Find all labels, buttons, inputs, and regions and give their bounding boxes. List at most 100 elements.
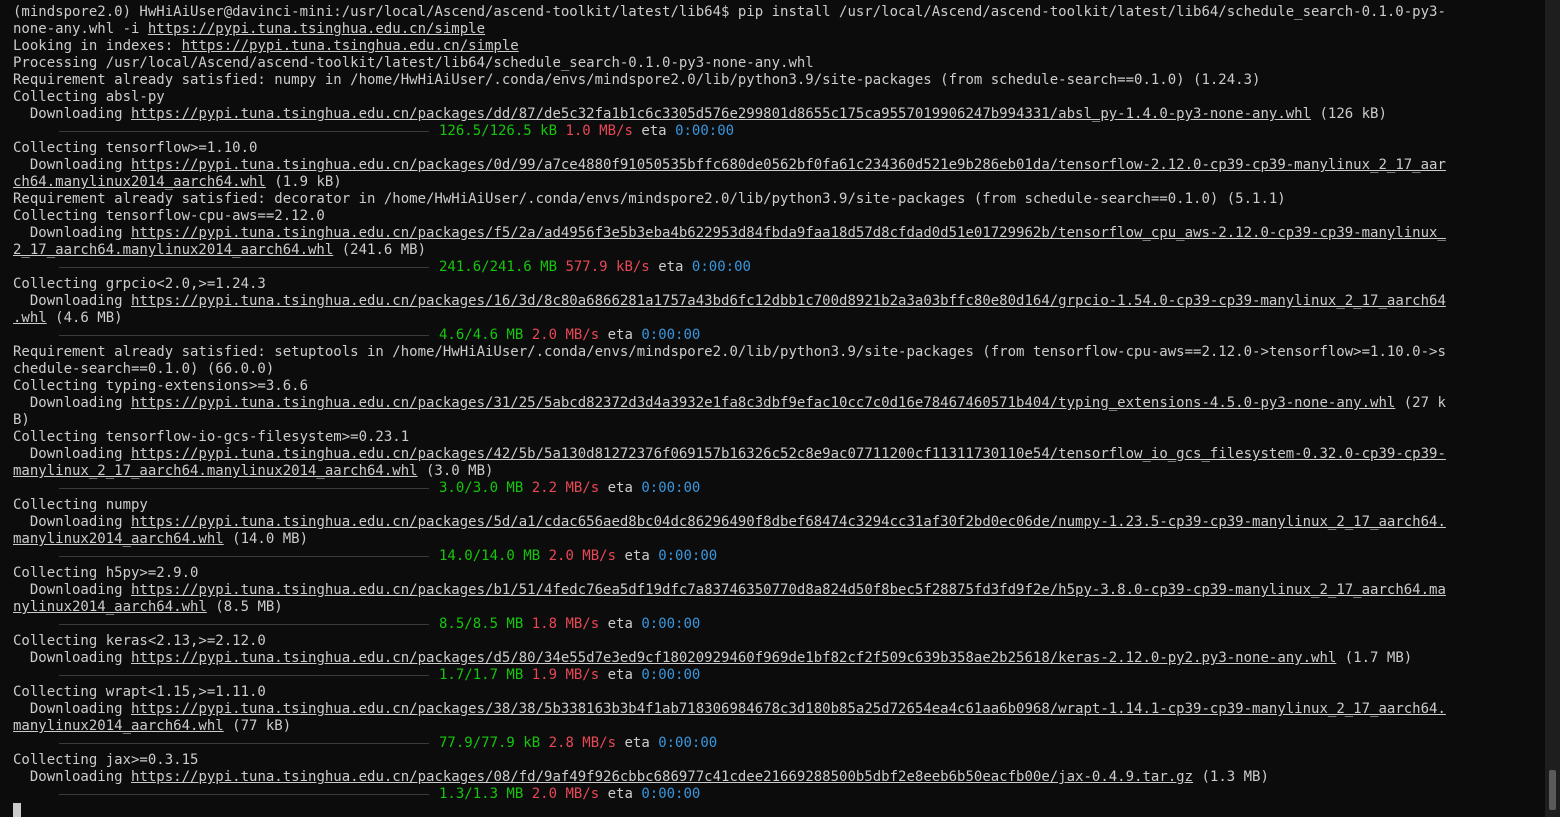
collecting-line: Collecting keras<2.13,>=2.12.0 bbox=[13, 633, 266, 649]
text-cursor bbox=[13, 803, 21, 817]
downloading-line: Downloading https://pypi.tuna.tsinghua.e… bbox=[13, 514, 1446, 530]
eta-label: eta bbox=[641, 123, 667, 139]
downloading-line-wrap: nylinux2014_aarch64.whl (8.5 MB) bbox=[13, 599, 283, 615]
progress-size: 77.9/77.9 kB bbox=[439, 735, 541, 751]
downloading-line-wrap: manylinux2014_aarch64.whl (77 kB) bbox=[13, 718, 292, 734]
progress-rate: 2.0 MB/s bbox=[531, 786, 600, 802]
progress-rate: 1.0 MB/s bbox=[565, 123, 633, 139]
progress-size: 126.5/126.5 kB bbox=[439, 123, 558, 139]
terminal-window[interactable]: (mindspore2.0) HwHiAiUser@davinci-mini:/… bbox=[0, 0, 1545, 817]
package-link[interactable]: https://pypi.tuna.tsinghua.edu.cn/packag… bbox=[131, 769, 1193, 785]
progress-bar bbox=[59, 623, 429, 625]
scrollbar-thumb[interactable] bbox=[1549, 770, 1556, 810]
progress-rate: 2.0 MB/s bbox=[548, 548, 617, 564]
downloading-line: Downloading https://pypi.tuna.tsinghua.e… bbox=[13, 701, 1446, 717]
eta-label: eta bbox=[658, 259, 684, 275]
collecting-line: Collecting wrapt<1.15,>=1.11.0 bbox=[13, 684, 266, 700]
package-link[interactable]: https://pypi.tuna.tsinghua.edu.cn/packag… bbox=[131, 701, 1446, 717]
downloading-line-wrap: .whl (4.6 MB) bbox=[13, 310, 123, 326]
progress-eta: 0:00:00 bbox=[641, 480, 701, 496]
cursor-line[interactable] bbox=[13, 803, 1545, 817]
output-line-wrap: chedule-search==0.1.0) (66.0.0) bbox=[13, 361, 275, 377]
package-link[interactable]: ch64.manylinux2014_aarch64.whl bbox=[13, 174, 266, 190]
progress-bar bbox=[59, 742, 429, 744]
downloading-line-wrap: manylinux_2_17_aarch64.manylinux2014_aar… bbox=[13, 463, 494, 479]
progress-rate: 577.9 kB/s bbox=[565, 259, 650, 275]
progress-line: 126.5/126.5 kB 1.0 MB/s eta 0:00:00 bbox=[13, 123, 1545, 140]
progress-rate: 2.0 MB/s bbox=[531, 327, 600, 343]
package-link[interactable]: https://pypi.tuna.tsinghua.edu.cn/packag… bbox=[131, 395, 1395, 411]
collecting-line: Collecting h5py>=2.9.0 bbox=[13, 565, 199, 581]
progress-line: 4.6/4.6 MB 2.0 MB/s eta 0:00:00 bbox=[13, 327, 1545, 344]
downloading-line: Downloading https://pypi.tuna.tsinghua.e… bbox=[13, 395, 1446, 411]
downloading-line: Downloading https://pypi.tuna.tsinghua.e… bbox=[13, 106, 1387, 122]
progress-size: 8.5/8.5 MB bbox=[439, 616, 524, 632]
progress-eta: 0:00:00 bbox=[641, 786, 701, 802]
eta-label: eta bbox=[607, 786, 633, 802]
downloading-line: Downloading https://pypi.tuna.tsinghua.e… bbox=[13, 582, 1446, 598]
collecting-line: Collecting numpy bbox=[13, 497, 148, 513]
progress-size: 4.6/4.6 MB bbox=[439, 327, 524, 343]
progress-size: 1.3/1.3 MB bbox=[439, 786, 524, 802]
progress-bar bbox=[59, 487, 429, 489]
prompt-line: (mindspore2.0) HwHiAiUser@davinci-mini:/… bbox=[13, 4, 1545, 21]
progress-line: 14.0/14.0 MB 2.0 MB/s eta 0:00:00 bbox=[13, 548, 1545, 565]
output-line: Requirement already satisfied: setuptool… bbox=[13, 344, 1446, 360]
prompt-line-wrap: none-any.whl -i https://pypi.tuna.tsingh… bbox=[13, 21, 486, 37]
progress-rate: 2.8 MB/s bbox=[548, 735, 617, 751]
eta-label: eta bbox=[624, 548, 650, 564]
progress-eta: 0:00:00 bbox=[641, 667, 701, 683]
output-line: Requirement already satisfied: decorator… bbox=[13, 191, 1286, 207]
progress-bar bbox=[59, 555, 429, 557]
progress-eta: 0:00:00 bbox=[658, 548, 718, 564]
downloading-line-wrap: ch64.manylinux2014_aarch64.whl (1.9 kB) bbox=[13, 174, 342, 190]
downloading-line: Downloading https://pypi.tuna.tsinghua.e… bbox=[13, 157, 1446, 173]
progress-size: 3.0/3.0 MB bbox=[439, 480, 524, 496]
downloading-line-wrap: 2_17_aarch64.manylinux2014_aarch64.whl (… bbox=[13, 242, 427, 258]
progress-line: 8.5/8.5 MB 1.8 MB/s eta 0:00:00 bbox=[13, 616, 1545, 633]
progress-rate: 1.9 MB/s bbox=[531, 667, 600, 683]
package-link[interactable]: https://pypi.tuna.tsinghua.edu.cn/packag… bbox=[131, 514, 1446, 530]
progress-bar bbox=[59, 793, 429, 795]
eta-label: eta bbox=[607, 480, 633, 496]
progress-bar bbox=[59, 334, 429, 336]
progress-line: 1.3/1.3 MB 2.0 MB/s eta 0:00:00 bbox=[13, 786, 1545, 803]
package-link[interactable]: https://pypi.tuna.tsinghua.edu.cn/packag… bbox=[131, 446, 1446, 462]
collecting-line: Collecting jax>=0.3.15 bbox=[13, 752, 199, 768]
package-link[interactable]: https://pypi.tuna.tsinghua.edu.cn/packag… bbox=[131, 106, 1311, 122]
eta-label: eta bbox=[607, 616, 633, 632]
progress-line: 3.0/3.0 MB 2.2 MB/s eta 0:00:00 bbox=[13, 480, 1545, 497]
package-link[interactable]: nylinux2014_aarch64.whl bbox=[13, 599, 207, 615]
package-link[interactable]: https://pypi.tuna.tsinghua.edu.cn/packag… bbox=[131, 582, 1446, 598]
package-link[interactable]: https://pypi.tuna.tsinghua.edu.cn/packag… bbox=[131, 225, 1446, 241]
progress-bar bbox=[59, 130, 429, 132]
scrollbar[interactable] bbox=[1545, 0, 1560, 817]
package-link[interactable]: manylinux2014_aarch64.whl bbox=[13, 531, 224, 547]
progress-line: 241.6/241.6 MB 577.9 kB/s eta 0:00:00 bbox=[13, 259, 1545, 276]
package-link[interactable]: https://pypi.tuna.tsinghua.edu.cn/packag… bbox=[131, 650, 1336, 666]
collecting-line: Collecting typing-extensions>=3.6.6 bbox=[13, 378, 309, 394]
progress-eta: 0:00:00 bbox=[691, 259, 751, 275]
package-link[interactable]: manylinux_2_17_aarch64.manylinux2014_aar… bbox=[13, 463, 418, 479]
index-url-link[interactable]: https://pypi.tuna.tsinghua.edu.cn/simple bbox=[182, 38, 519, 54]
progress-line: 1.7/1.7 MB 1.9 MB/s eta 0:00:00 bbox=[13, 667, 1545, 684]
collecting-line: Collecting absl-py bbox=[13, 89, 165, 105]
progress-size: 241.6/241.6 MB bbox=[439, 259, 558, 275]
output-line: Looking in indexes: https://pypi.tuna.ts… bbox=[13, 38, 519, 54]
downloading-line: Downloading https://pypi.tuna.tsinghua.e… bbox=[13, 446, 1446, 462]
collecting-line: Collecting tensorflow-cpu-aws==2.12.0 bbox=[13, 208, 325, 224]
progress-size: 1.7/1.7 MB bbox=[439, 667, 524, 683]
package-link[interactable]: 2_17_aarch64.manylinux2014_aarch64.whl bbox=[13, 242, 333, 258]
progress-eta: 0:00:00 bbox=[641, 327, 701, 343]
progress-eta: 0:00:00 bbox=[641, 616, 701, 632]
package-link[interactable]: manylinux2014_aarch64.whl bbox=[13, 718, 224, 734]
progress-rate: 2.2 MB/s bbox=[531, 480, 600, 496]
eta-label: eta bbox=[607, 667, 633, 683]
index-url-link[interactable]: https://pypi.tuna.tsinghua.edu.cn/simple bbox=[148, 21, 485, 37]
progress-bar bbox=[59, 266, 429, 268]
package-link[interactable]: .whl bbox=[13, 310, 47, 326]
package-link[interactable]: https://pypi.tuna.tsinghua.edu.cn/packag… bbox=[131, 157, 1446, 173]
package-link[interactable]: https://pypi.tuna.tsinghua.edu.cn/packag… bbox=[131, 293, 1446, 309]
progress-bar bbox=[59, 674, 429, 676]
eta-label: eta bbox=[607, 327, 633, 343]
